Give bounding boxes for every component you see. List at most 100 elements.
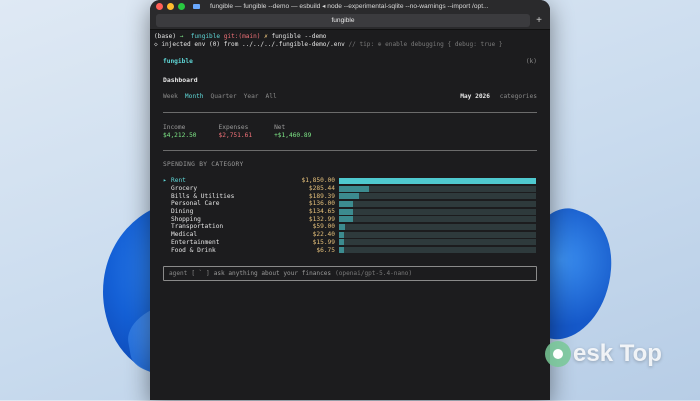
tab-bar: fungible +	[150, 12, 550, 30]
folder-icon	[193, 3, 200, 9]
category-bar-track	[339, 247, 536, 254]
category-amount: $136.00	[308, 200, 335, 208]
category-row[interactable]: ▸ Rent $1,850.00	[163, 177, 537, 185]
close-window-button[interactable]	[156, 2, 163, 10]
category-name: Personal Care	[171, 200, 220, 208]
category-amount: $6.75	[316, 246, 335, 254]
category-bar-track	[339, 177, 536, 184]
period-tab-quarter[interactable]: Quarter	[211, 93, 237, 100]
terminal-window: fungible — fungible --demo — esbuild ◂ n…	[150, 0, 550, 400]
category-bar	[339, 177, 536, 184]
category-row[interactable]: Transportation $59.00	[163, 223, 537, 231]
category-row[interactable]: Shopping $132.99	[163, 215, 537, 223]
category-name: Shopping	[171, 215, 201, 223]
category-bar	[339, 223, 346, 230]
tab-fungible[interactable]: fungible	[156, 14, 530, 27]
category-bar-track	[339, 200, 536, 207]
income-summary: Income $4,212.50	[163, 124, 197, 140]
category-bar	[339, 185, 370, 192]
period-tab-year[interactable]: Year	[244, 93, 259, 100]
zoom-window-button[interactable]	[178, 2, 185, 10]
category-row[interactable]: Bills & Utilities $189.39	[163, 192, 537, 200]
agent-label: agent	[169, 269, 188, 277]
period-bar: Week Month Quarter Year All May 2026 categor…	[163, 93, 537, 100]
net-summary: Net +$1,460.89	[274, 124, 311, 140]
category-bar	[339, 231, 344, 238]
page-title: Dashboard	[163, 76, 198, 84]
prompt-line: (base) → fungible git:(main) ✗ fungible …	[154, 33, 546, 41]
shortcut-hint[interactable]: (k)	[526, 58, 537, 68]
category-bar-track	[339, 231, 536, 238]
window-title: fungible — fungible --demo — esbuild ◂ n…	[210, 3, 489, 10]
category-amount: $59.00	[312, 223, 335, 231]
category-name: Rent	[171, 177, 186, 185]
category-amount: $15.99	[312, 238, 335, 246]
category-amount: $132.99	[308, 215, 335, 223]
period-tab-month[interactable]: Month	[185, 93, 204, 100]
prompt-git: git:(main)	[223, 33, 261, 40]
prompt-arrow: →	[179, 33, 184, 40]
categories-link[interactable]: categories	[500, 93, 537, 100]
watermark-text: esk Top	[573, 340, 662, 367]
app-header: fungible (k)	[163, 58, 537, 68]
app-name: fungible	[163, 58, 193, 65]
expenses-value: $2,751.61	[218, 132, 253, 139]
category-name: Grocery	[171, 185, 198, 193]
category-name: Entertainment	[171, 238, 220, 246]
category-bar-track	[339, 216, 536, 223]
divider	[163, 112, 537, 113]
expenses-summary: Expenses $2,751.61	[219, 124, 253, 140]
period-tab-week[interactable]: Week	[163, 93, 178, 100]
category-row[interactable]: Medical $22.40	[163, 231, 537, 239]
fungible-app: fungible (k) Dashboard Week Month Quarter Y…	[163, 58, 537, 281]
spending-title: SPENDING BY CATEGORY	[163, 161, 244, 168]
category-bar	[339, 247, 344, 254]
divider	[163, 150, 537, 151]
category-amount: $134.65	[308, 208, 335, 216]
prompt-dir: fungible	[190, 33, 221, 40]
env-prefix: ◇	[154, 41, 158, 48]
category-bar	[339, 200, 354, 207]
category-bar	[339, 216, 354, 223]
env-line: ◇ injected env (0) from ../../../.fungib…	[154, 41, 546, 49]
title-bar: fungible — fungible --demo — esbuild ◂ n…	[150, 0, 550, 12]
category-list: ▸ Rent $1,850.00 Grocery $285.44 Bills & Util…	[163, 177, 537, 254]
income-label: Income	[163, 124, 186, 131]
prompt-dirty: ✗	[264, 33, 268, 40]
agent-input[interactable]: agent [ ` ] ask anything about your fina…	[163, 265, 537, 281]
category-bar-track	[339, 208, 536, 215]
env-tip: // tip: ⊕ enable debugging { debug: true…	[348, 41, 503, 48]
agent-key-hint: [ ` ]	[191, 269, 210, 277]
current-month[interactable]: May 2026	[460, 93, 490, 100]
category-row[interactable]: Personal Care $136.00	[163, 200, 537, 208]
agent-placeholder: ask anything about your finances	[213, 269, 332, 277]
category-bar-track	[339, 193, 536, 200]
category-row[interactable]: Dining $134.65	[163, 208, 537, 216]
category-name: Bills & Utilities	[171, 192, 235, 200]
category-name: Transportation	[171, 223, 224, 231]
category-amount: $285.44	[308, 185, 335, 193]
selection-marker: ▸	[163, 177, 167, 185]
category-bar-track	[339, 239, 536, 246]
period-controls: May 2026 categories	[460, 93, 537, 100]
category-bar	[339, 193, 360, 200]
summary: Income $4,212.50 Expenses $2,751.61 Net …	[163, 124, 537, 140]
category-name: Medical	[171, 231, 198, 239]
income-value: $4,212.50	[163, 132, 197, 139]
period-tabs: Week Month Quarter Year All	[163, 93, 284, 100]
command-text: fungible --demo	[271, 33, 327, 40]
watermark-logo-icon	[545, 341, 571, 367]
conda-env: (base)	[154, 33, 177, 40]
new-tab-button[interactable]: +	[534, 15, 544, 26]
category-row[interactable]: Food & Drink $6.75	[163, 246, 537, 254]
category-amount: $189.39	[308, 192, 335, 200]
minimize-window-button[interactable]	[167, 2, 174, 10]
category-bar	[339, 208, 354, 215]
category-amount: $1,850.00	[301, 177, 335, 185]
env-text: injected env (0) from ../../../.fungible…	[161, 41, 345, 48]
category-row[interactable]: Entertainment $15.99	[163, 239, 537, 247]
period-tab-all[interactable]: All	[266, 93, 277, 100]
expenses-label: Expenses	[218, 124, 249, 131]
category-row[interactable]: Grocery $285.44	[163, 185, 537, 193]
category-bar	[339, 239, 344, 246]
